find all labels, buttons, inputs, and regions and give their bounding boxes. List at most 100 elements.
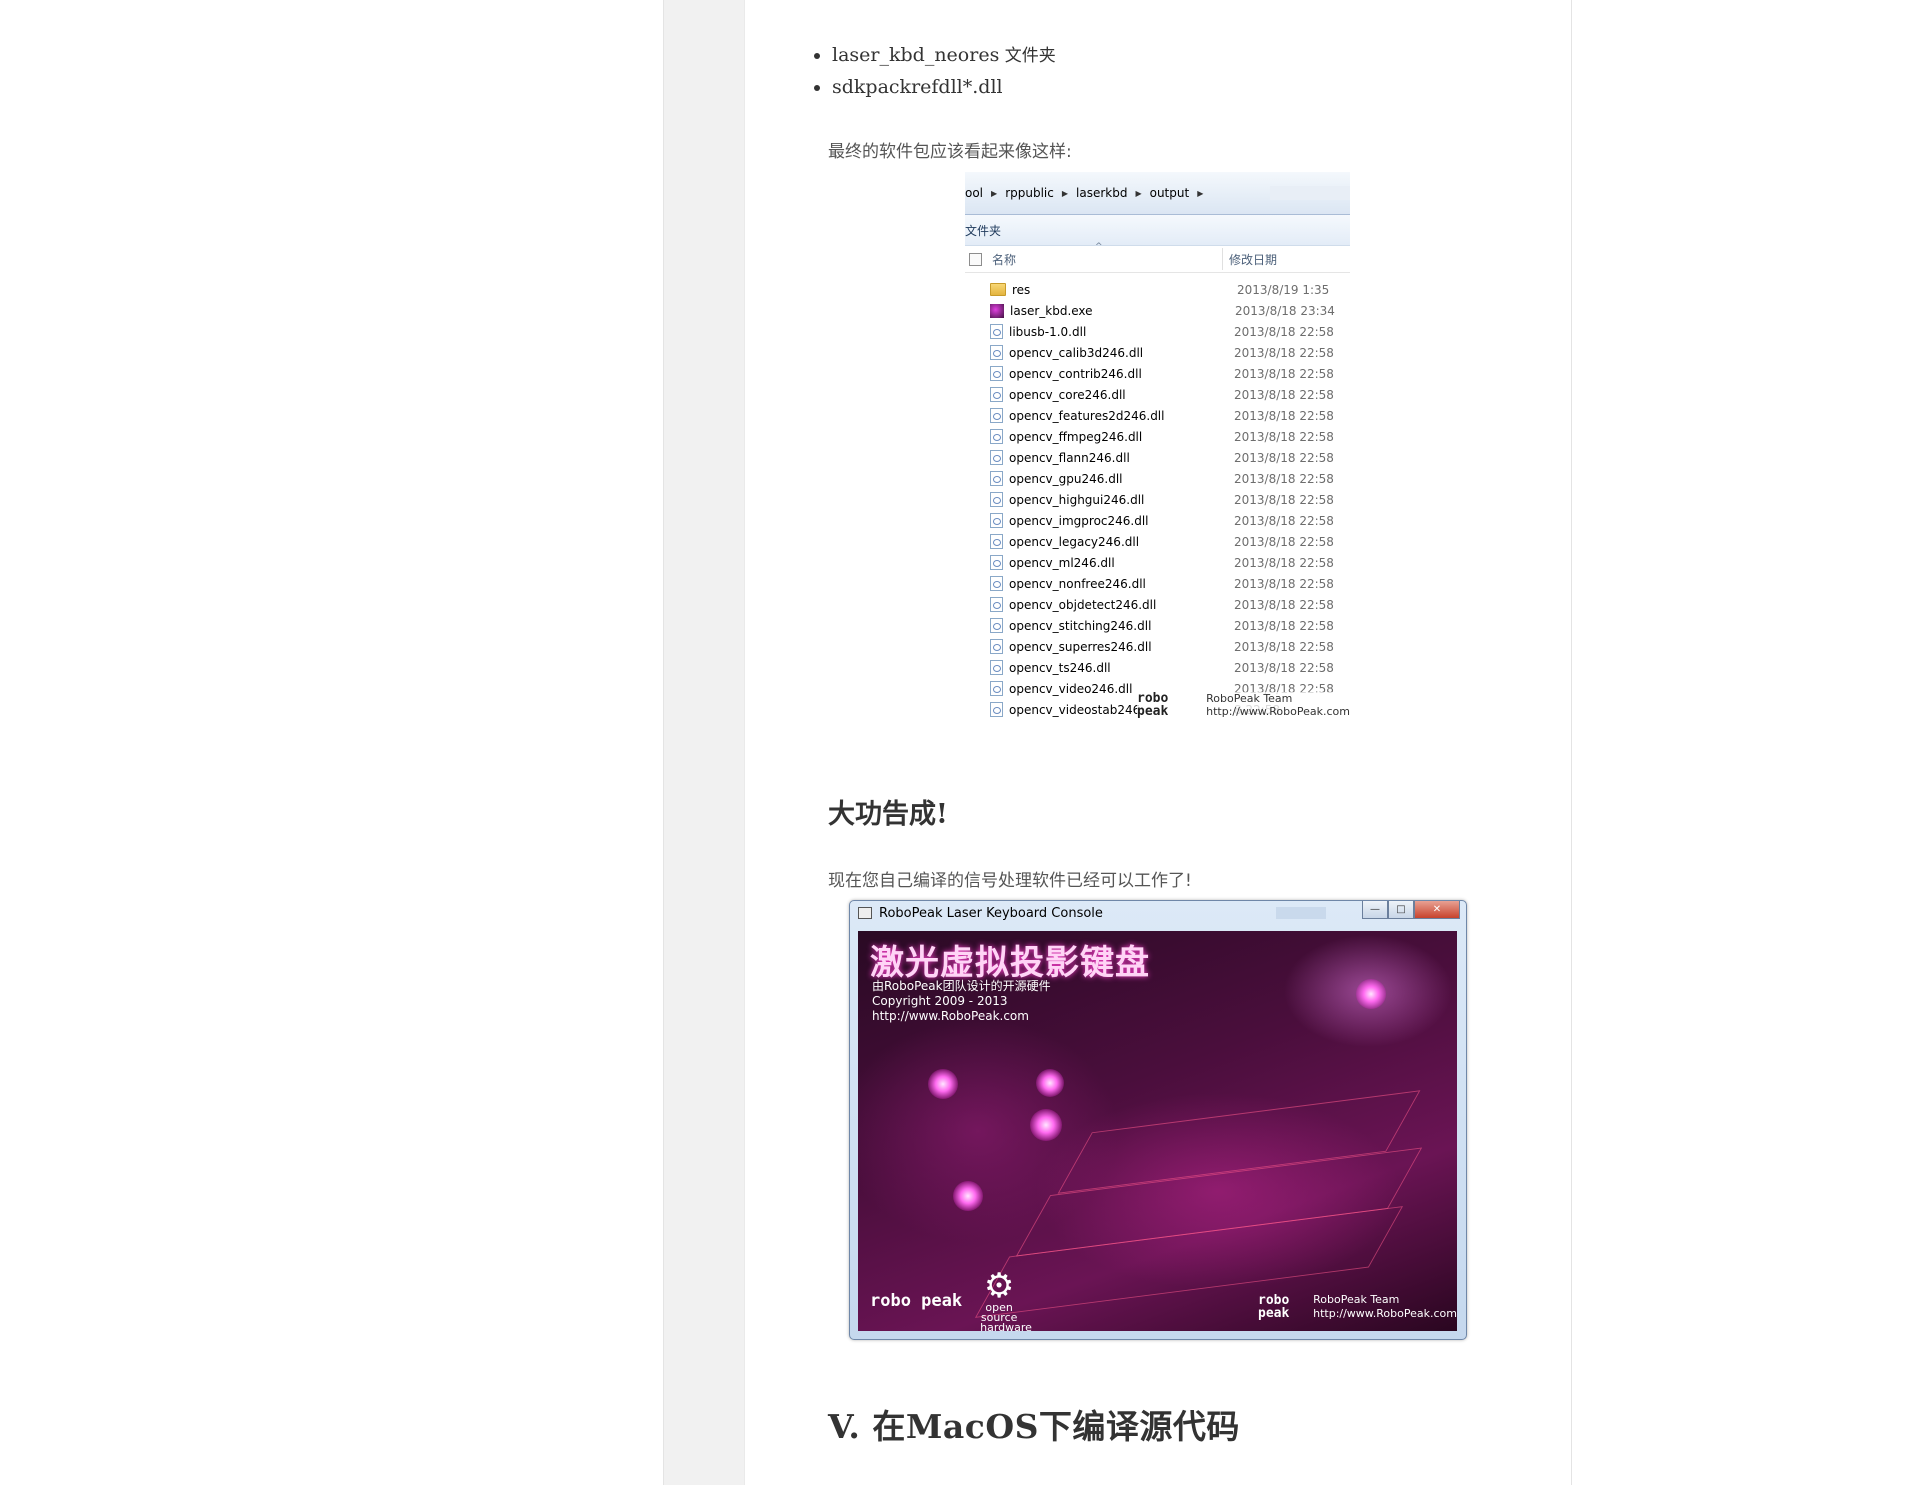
dll-icon	[990, 324, 1003, 339]
file-date: 2013/8/18 22:58	[1234, 660, 1334, 675]
file-row[interactable]: laser_kbd.exe 2013/8/18 23:34	[965, 300, 1350, 321]
file-name: opencv_ml246.dll	[1009, 555, 1115, 570]
file-row[interactable]: opencv_ts246.dll 2013/8/18 22:58	[965, 657, 1350, 678]
file-row[interactable]: opencv_features2d246.dll 2013/8/18 22:58	[965, 405, 1350, 426]
dll-icon	[990, 555, 1003, 570]
file-date: 2013/8/18 22:58	[1234, 408, 1334, 423]
dll-icon	[990, 618, 1003, 633]
console-heading: 激光虚拟投影键盘	[870, 943, 1150, 983]
file-name: opencv_objdetect246.dll	[1009, 597, 1157, 612]
subtitle-line: http://www.RoboPeak.com	[872, 1009, 1029, 1023]
column-name: 名称	[992, 252, 1017, 267]
console-title: RoboPeak Laser Keyboard Console	[879, 905, 1103, 921]
chevron-right-icon: ▶	[1061, 188, 1068, 198]
file-name: opencv_stitching246.dll	[1009, 618, 1152, 633]
file-row[interactable]: opencv_superres246.dll 2013/8/18 22:58	[965, 636, 1350, 657]
subtitle-line: Copyright 2009 - 2013	[872, 994, 1008, 1008]
file-list: laser_kbd_neores 文件夹 sdkpackrefdll*.dll	[812, 40, 1056, 103]
console-canvas: 激光虚拟投影键盘 由RoboPeak团队设计的开源硬件 Copyright 20…	[858, 931, 1457, 1331]
dll-icon	[990, 471, 1003, 486]
file-date: 2013/8/18 22:58	[1234, 471, 1334, 486]
console-window: RoboPeak Laser Keyboard Console — □ ✕ 激光…	[849, 900, 1467, 1340]
chevron-right-icon: ▶	[1135, 188, 1142, 198]
robopeak-logo-icon: robo peak	[1258, 1293, 1290, 1321]
dll-icon	[990, 513, 1003, 528]
breadcrumb-item: laserkbd	[1076, 186, 1128, 200]
macos-heading: V. 在MacOS下编译源代码	[828, 1407, 1240, 1446]
file-name: opencv_flann246.dll	[1009, 450, 1130, 465]
file-row[interactable]: opencv_contrib246.dll 2013/8/18 22:58	[965, 363, 1350, 384]
robopeak-logo-icon: robo peak	[1137, 691, 1169, 719]
list-item: sdkpackrefdll*.dll	[832, 72, 1056, 103]
console-subtitle: 由RoboPeak团队设计的开源硬件 Copyright 2009 - 2013…	[872, 979, 1051, 1024]
column-date: 修改日期	[1229, 252, 1278, 267]
file-name: opencv_superres246.dll	[1009, 639, 1152, 654]
file-name: opencv_contrib246.dll	[1009, 366, 1142, 381]
file-date: 2013/8/18 22:58	[1234, 597, 1334, 612]
file-row[interactable]: opencv_objdetect246.dll 2013/8/18 22:58	[965, 594, 1350, 615]
file-rows: res 2013/8/19 1:35 laser_kbd.exe 2013/8/18 …	[965, 273, 1350, 720]
file-row[interactable]: opencv_flann246.dll 2013/8/18 22:58	[965, 447, 1350, 468]
file-date: 2013/8/18 23:34	[1235, 303, 1335, 318]
dll-icon	[990, 576, 1003, 591]
file-row[interactable]: opencv_stitching246.dll 2013/8/18 22:58	[965, 615, 1350, 636]
file-date: 2013/8/18 22:58	[1234, 534, 1334, 549]
file-date: 2013/8/18 22:58	[1234, 345, 1334, 360]
watermark: robo peak RoboPeak Team http://www.RoboPe…	[1137, 692, 1350, 718]
file-row[interactable]: res 2013/8/19 1:35	[965, 279, 1350, 300]
chevron-right-icon: ▶	[1197, 188, 1204, 198]
package-intro-text: 最终的软件包应该看起来像这样:	[828, 142, 1072, 162]
fingertip-glow	[1030, 1109, 1062, 1141]
file-name: opencv_calib3d246.dll	[1009, 345, 1144, 360]
dll-icon	[990, 387, 1003, 402]
file-name: opencv_ffmpeg246.dll	[1009, 429, 1143, 444]
dll-icon	[990, 408, 1003, 423]
minimize-button[interactable]: —	[1362, 901, 1388, 919]
oshw-text: open source hardware	[980, 1301, 1032, 1331]
file-date: 2013/8/18 22:58	[1234, 450, 1334, 465]
window-controls: — □ ✕	[1362, 901, 1460, 919]
dll-icon	[990, 660, 1003, 675]
file-row[interactable]: opencv_gpu246.dll 2013/8/18 22:58	[965, 468, 1350, 489]
dll-icon	[990, 702, 1003, 717]
breadcrumb-item: ool	[965, 186, 984, 200]
file-name: opencv_core246.dll	[1009, 387, 1126, 402]
address-bar: ool ▶ rppublic ▶ laserkbd ▶ output ▶	[965, 172, 1350, 215]
column-header: ^ 名称 修改日期	[965, 242, 1350, 273]
file-row[interactable]: opencv_calib3d246.dll 2013/8/18 22:58	[965, 342, 1350, 363]
list-item-name: sdkpackrefdll*.dll	[832, 76, 1003, 98]
maximize-button[interactable]: □	[1388, 901, 1414, 919]
done-text: 现在您自己编译的信号处理软件已经可以工作了!	[828, 871, 1192, 891]
select-all-checkbox	[969, 252, 982, 266]
file-date: 2013/8/19 1:35	[1237, 282, 1330, 297]
file-name: opencv_legacy246.dll	[1009, 534, 1140, 549]
file-row[interactable]: opencv_ffmpeg246.dll 2013/8/18 22:58	[965, 426, 1350, 447]
file-row[interactable]: libusb-1.0.dll 2013/8/18 22:58	[965, 321, 1350, 342]
close-button[interactable]: ✕	[1414, 901, 1460, 919]
file-row[interactable]: opencv_imgproc246.dll 2013/8/18 22:58	[965, 510, 1350, 531]
subtitle-line: 由RoboPeak团队设计的开源硬件	[872, 979, 1051, 993]
fingertip-glow	[953, 1181, 983, 1211]
file-name: opencv_ts246.dll	[1009, 660, 1111, 675]
robopeak-logo-icon: robo peak	[870, 1291, 963, 1311]
toolbar-label: 文件夹	[965, 223, 1002, 238]
file-name: opencv_features2d246.dll	[1009, 408, 1165, 423]
dll-icon	[990, 681, 1003, 696]
fingertip-glow	[928, 1069, 958, 1099]
file-date: 2013/8/18 22:58	[1234, 555, 1334, 570]
explorer-toolbar: 文件夹	[965, 215, 1350, 246]
watermark-team: RoboPeak Team	[1206, 692, 1293, 705]
watermark-url: http://www.RoboPeak.com	[1313, 1307, 1457, 1320]
dll-icon	[990, 492, 1003, 507]
exe-icon	[990, 303, 1004, 318]
file-row[interactable]: opencv_ml246.dll 2013/8/18 22:58	[965, 552, 1350, 573]
fingertip-glow	[1036, 1069, 1064, 1097]
breadcrumb-item: rppublic	[1005, 186, 1054, 200]
done-heading: 大功告成!	[828, 799, 948, 830]
file-row[interactable]: opencv_legacy246.dll 2013/8/18 22:58	[965, 531, 1350, 552]
list-item-name: laser_kbd_neores	[832, 44, 1000, 66]
file-row[interactable]: opencv_nonfree246.dll 2013/8/18 22:58	[965, 573, 1350, 594]
file-row[interactable]: opencv_highgui246.dll 2013/8/18 22:58	[965, 489, 1350, 510]
file-date: 2013/8/18 22:58	[1234, 387, 1334, 402]
file-row[interactable]: opencv_core246.dll 2013/8/18 22:58	[965, 384, 1350, 405]
